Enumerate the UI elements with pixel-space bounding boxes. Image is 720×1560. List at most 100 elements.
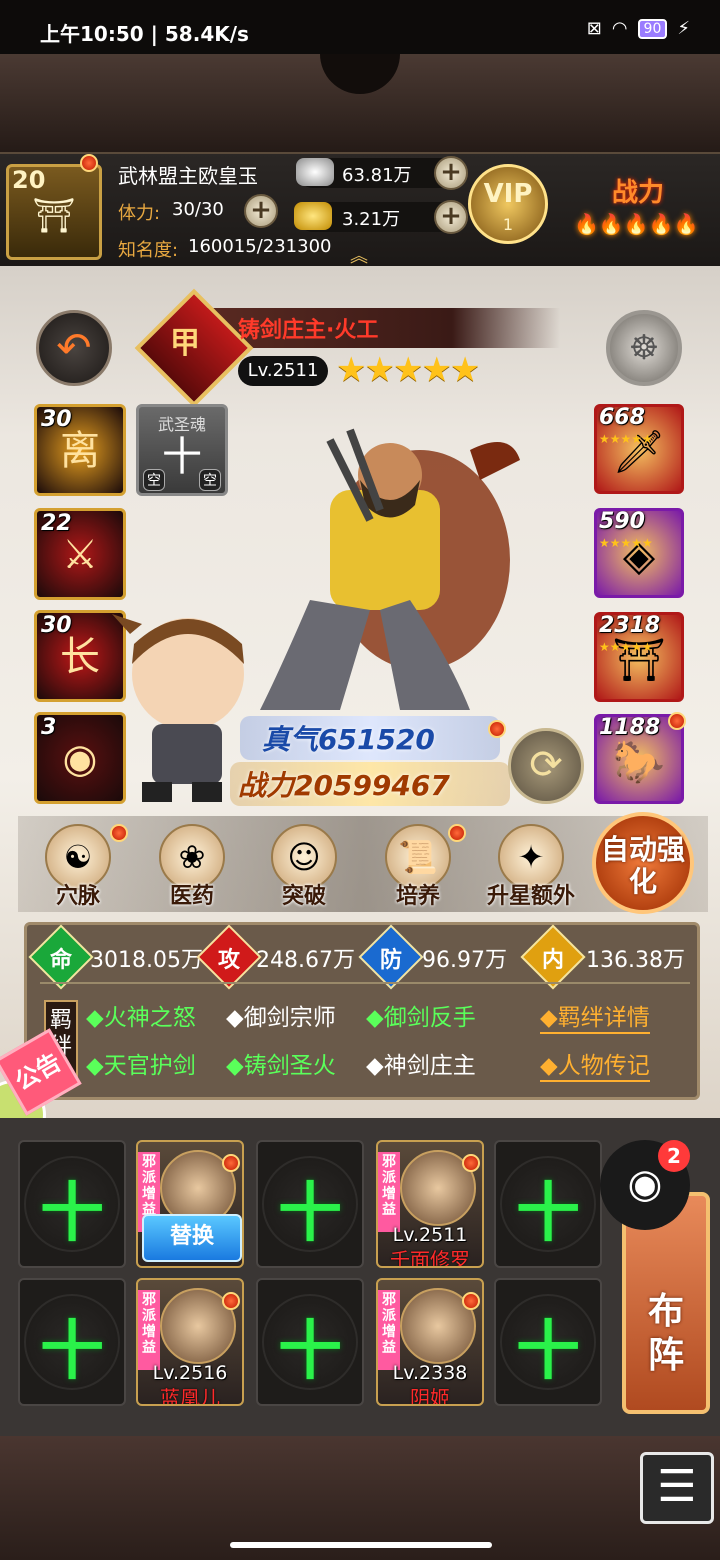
player-power-label: 战力 <box>612 178 665 208</box>
add-gold-button[interactable]: + <box>434 200 468 234</box>
lineup-slot-hero[interactable]: 邪派增益 Lv.2516 蓝凰儿 <box>136 1278 244 1406</box>
action-breakthrough[interactable]: ☺ 突破 <box>256 822 352 918</box>
stat-attack-value: 248.67万 <box>256 948 355 973</box>
add-hero-icon: 十 <box>40 1315 104 1389</box>
auto-strengthen-button[interactable]: 自动强化 <box>592 812 694 914</box>
menu-icon: ☰ <box>657 1461 697 1512</box>
battery-icon: 90 <box>637 18 668 39</box>
meditation-button[interactable]: ☸ <box>606 310 682 386</box>
hero-power: 战力20599467 <box>238 769 450 802</box>
gold-value: 3.21万 <box>342 209 401 230</box>
action-breakthrough-label: 突破 <box>281 884 326 909</box>
hero-figure <box>260 428 520 710</box>
silver-ingot-icon <box>296 158 334 186</box>
add-stamina-button[interactable]: + <box>244 194 278 228</box>
stat-inner-value: 136.38万 <box>586 948 685 973</box>
back-button[interactable]: ↶ <box>36 310 112 386</box>
equip-4-level: 1188 <box>599 715 661 740</box>
bond-4: ◆天官护剑 <box>86 1053 196 1079</box>
stat-hp-label: 命 <box>49 948 72 973</box>
skill-3-level: 30 <box>41 613 72 638</box>
action-medicine-label: 医药 <box>169 884 214 909</box>
equip-slot-armor[interactable]: ⛩ 2318 ★★★★★ <box>594 612 684 702</box>
slot-notification-dot <box>462 1154 480 1172</box>
menu-button[interactable]: ☰ <box>640 1452 714 1524</box>
gesture-bar[interactable] <box>230 1542 492 1548</box>
lineup-slot-empty[interactable]: 十 <box>494 1140 602 1268</box>
stat-hp-value: 3018.05万 <box>90 948 203 973</box>
add-hero-icon: 十 <box>516 1177 580 1251</box>
replace-button[interactable]: 替换 <box>142 1214 242 1262</box>
lineup-slot-empty[interactable]: 十 <box>18 1140 126 1268</box>
gold-ingot-icon <box>294 202 332 230</box>
soul-slot-empty-left: 空 <box>143 469 165 491</box>
lineup-hero-name: 蓝凰儿 <box>160 1386 220 1406</box>
equip-2-stars: ★★★★★ <box>599 536 653 550</box>
vip-level: 1 <box>502 215 514 234</box>
lineup-slot-empty[interactable]: 十 <box>256 1278 364 1406</box>
slot-notification-dot <box>462 1292 480 1310</box>
fame-label: 知名度: <box>118 240 179 261</box>
player-power-fire: 🔥🔥🔥🔥🔥 <box>574 212 699 236</box>
action-cultivate-label: 培养 <box>395 884 440 909</box>
silver-value: 63.81万 <box>342 165 412 186</box>
soul-slot-empty-right: 空 <box>199 469 221 491</box>
skill-slot-1[interactable]: 离 30 <box>34 404 126 496</box>
stamina-value: 30/30 <box>172 199 224 220</box>
player-level: 20 <box>12 166 46 194</box>
formation-label: 布阵 <box>647 1291 684 1376</box>
soul-slot-title: 武圣魂 <box>157 415 206 434</box>
lineup-slot-empty[interactable]: 十 <box>18 1278 126 1406</box>
expand-chevron-icon[interactable]: ︽ <box>350 242 368 268</box>
stat-defense-value: 96.97万 <box>422 948 507 973</box>
skill-slot-2[interactable]: ⚔ 22 <box>34 508 126 600</box>
stat-inner-label: 内 <box>541 948 564 973</box>
add-hero-icon: 十 <box>278 1177 342 1251</box>
cultivate-dot <box>448 824 466 842</box>
charging-icon: ⚡ <box>677 18 690 39</box>
skill-4-level: 3 <box>41 715 57 740</box>
bond-details-link[interactable]: ◆羁绊详情 <box>540 998 650 1034</box>
bond-5: ◆铸剑圣火 <box>226 1053 336 1079</box>
close-box-icon: ⊠ <box>586 18 602 39</box>
equip-slot-accessory[interactable]: ◈ 590 ★★★★★ <box>594 508 684 598</box>
broadcast-badge: 2 <box>658 1140 690 1172</box>
skill-1-level: 30 <box>41 407 72 432</box>
bond-3: ◆御剑反手 <box>366 1005 476 1031</box>
lineup-hero-level: Lv.2511 <box>392 1224 468 1246</box>
biography-link[interactable]: ◆人物传记 <box>540 1046 650 1082</box>
status-time-speed: 上午10:50 | 58.4K/s <box>40 22 249 46</box>
refresh-button[interactable]: ⟳ <box>508 728 584 804</box>
add-hero-icon: 十 <box>516 1315 580 1389</box>
add-silver-button[interactable]: + <box>434 156 468 190</box>
hero-stars: ★★★★★ <box>336 350 480 390</box>
action-medicine[interactable]: ❀ 医药 <box>144 822 240 918</box>
wifi-icon: ◠ <box>611 18 628 39</box>
lineup-slot-hero[interactable]: 邪派增益 Lv.2338 阴姬 <box>376 1278 484 1406</box>
hero-title: 铸剑庄主·火工 <box>238 318 379 343</box>
skill-2-level: 22 <box>41 511 72 536</box>
bond-2: ◆御剑宗师 <box>226 1005 336 1031</box>
lineup-hero-level: Lv.2338 <box>392 1362 468 1384</box>
lineup-slot-empty[interactable]: 十 <box>256 1140 364 1268</box>
soul-slot[interactable]: 武圣魂 十 空 空 <box>136 404 228 496</box>
bond-1: ◆火神之怒 <box>86 1005 196 1031</box>
equip-2-level: 590 <box>599 509 645 534</box>
hero-level: Lv.2511 <box>238 356 328 386</box>
sect-tag: 邪派增益 <box>378 1152 400 1232</box>
vip-label: VIP <box>483 179 533 209</box>
slot-notification-dot <box>222 1154 240 1172</box>
bond-6: ◆神剑庄主 <box>366 1053 476 1079</box>
stat-attack-label: 攻 <box>217 948 240 973</box>
sect-tag: 邪派增益 <box>378 1290 400 1370</box>
stamina-label: 体力: <box>118 203 161 224</box>
lineup-slot-current[interactable]: 邪派增益 替换 <box>136 1140 244 1268</box>
equip-slot-weapon[interactable]: 🗡 668 ★★★★★ <box>594 404 684 494</box>
sect-tag: 邪派增益 <box>138 1290 160 1370</box>
lineup-slot-empty[interactable]: 十 <box>494 1278 602 1406</box>
vip-button[interactable]: VIP 1 <box>468 164 548 244</box>
equip-3-level: 2318 <box>599 613 661 638</box>
action-star-extra[interactable]: ✦ 升星额外 <box>476 822 586 918</box>
equip-3-stars: ★★★★★ <box>599 640 653 654</box>
lineup-slot-hero[interactable]: 邪派增益 Lv.2511 千面修罗 <box>376 1140 484 1268</box>
